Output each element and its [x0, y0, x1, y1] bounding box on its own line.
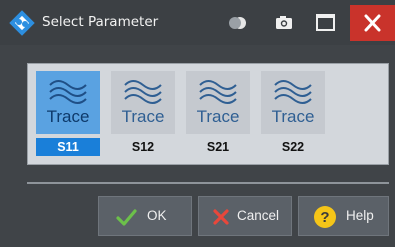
wave-icon [274, 80, 312, 104]
toggle-button[interactable] [220, 5, 260, 41]
parameter-s11[interactable]: Trace S11 [36, 71, 100, 156]
maximize-icon [316, 14, 335, 31]
cancel-button[interactable]: Cancel [198, 196, 292, 236]
cross-icon [213, 209, 229, 225]
select-parameter-dialog: Select Parameter Trace S11 Trace S12 Tra… [0, 0, 395, 247]
trace-text: Trace [196, 107, 240, 126]
title-bar[interactable]: Select Parameter [0, 0, 395, 45]
help-icon: ? [314, 206, 336, 228]
tile-background: Trace [186, 71, 250, 134]
svg-text:?: ? [320, 209, 329, 226]
dialog-title: Select Parameter [42, 14, 159, 30]
checkmark-icon [116, 209, 137, 226]
tile-background: Trace [36, 71, 100, 134]
parameter-label: S22 [281, 140, 305, 154]
parameter-s22[interactable]: Trace S22 [261, 71, 325, 156]
divider [27, 182, 389, 184]
maximize-button[interactable] [306, 5, 346, 41]
tile-background: Trace [111, 71, 175, 134]
wave-icon [49, 80, 87, 104]
cancel-label: Cancel [237, 208, 280, 223]
parameter-label: S12 [131, 140, 155, 154]
screenshot-button[interactable] [264, 5, 304, 41]
camera-icon [276, 16, 292, 29]
app-logo-icon [9, 10, 35, 36]
close-button[interactable] [350, 5, 395, 41]
help-button[interactable]: ? Help [298, 196, 389, 236]
trace-text: Trace [46, 107, 90, 126]
help-label: Help [346, 208, 374, 223]
tile-background: Trace [261, 71, 325, 134]
parameter-panel: Trace S11 Trace S12 Trace S21 Trace S22 [27, 63, 389, 165]
wave-icon [199, 80, 237, 104]
ok-button[interactable]: OK [98, 196, 192, 236]
ok-label: OK [147, 208, 167, 223]
parameter-s12[interactable]: Trace S12 [111, 71, 175, 156]
trace-text: Trace [121, 107, 165, 126]
parameter-label: S11 [36, 138, 100, 156]
wave-icon [124, 80, 162, 104]
parameter-label: S21 [206, 140, 230, 154]
parameter-s21[interactable]: Trace S21 [186, 71, 250, 156]
trace-text: Trace [271, 107, 315, 126]
toggle-icon [229, 17, 246, 29]
close-icon [364, 14, 381, 32]
